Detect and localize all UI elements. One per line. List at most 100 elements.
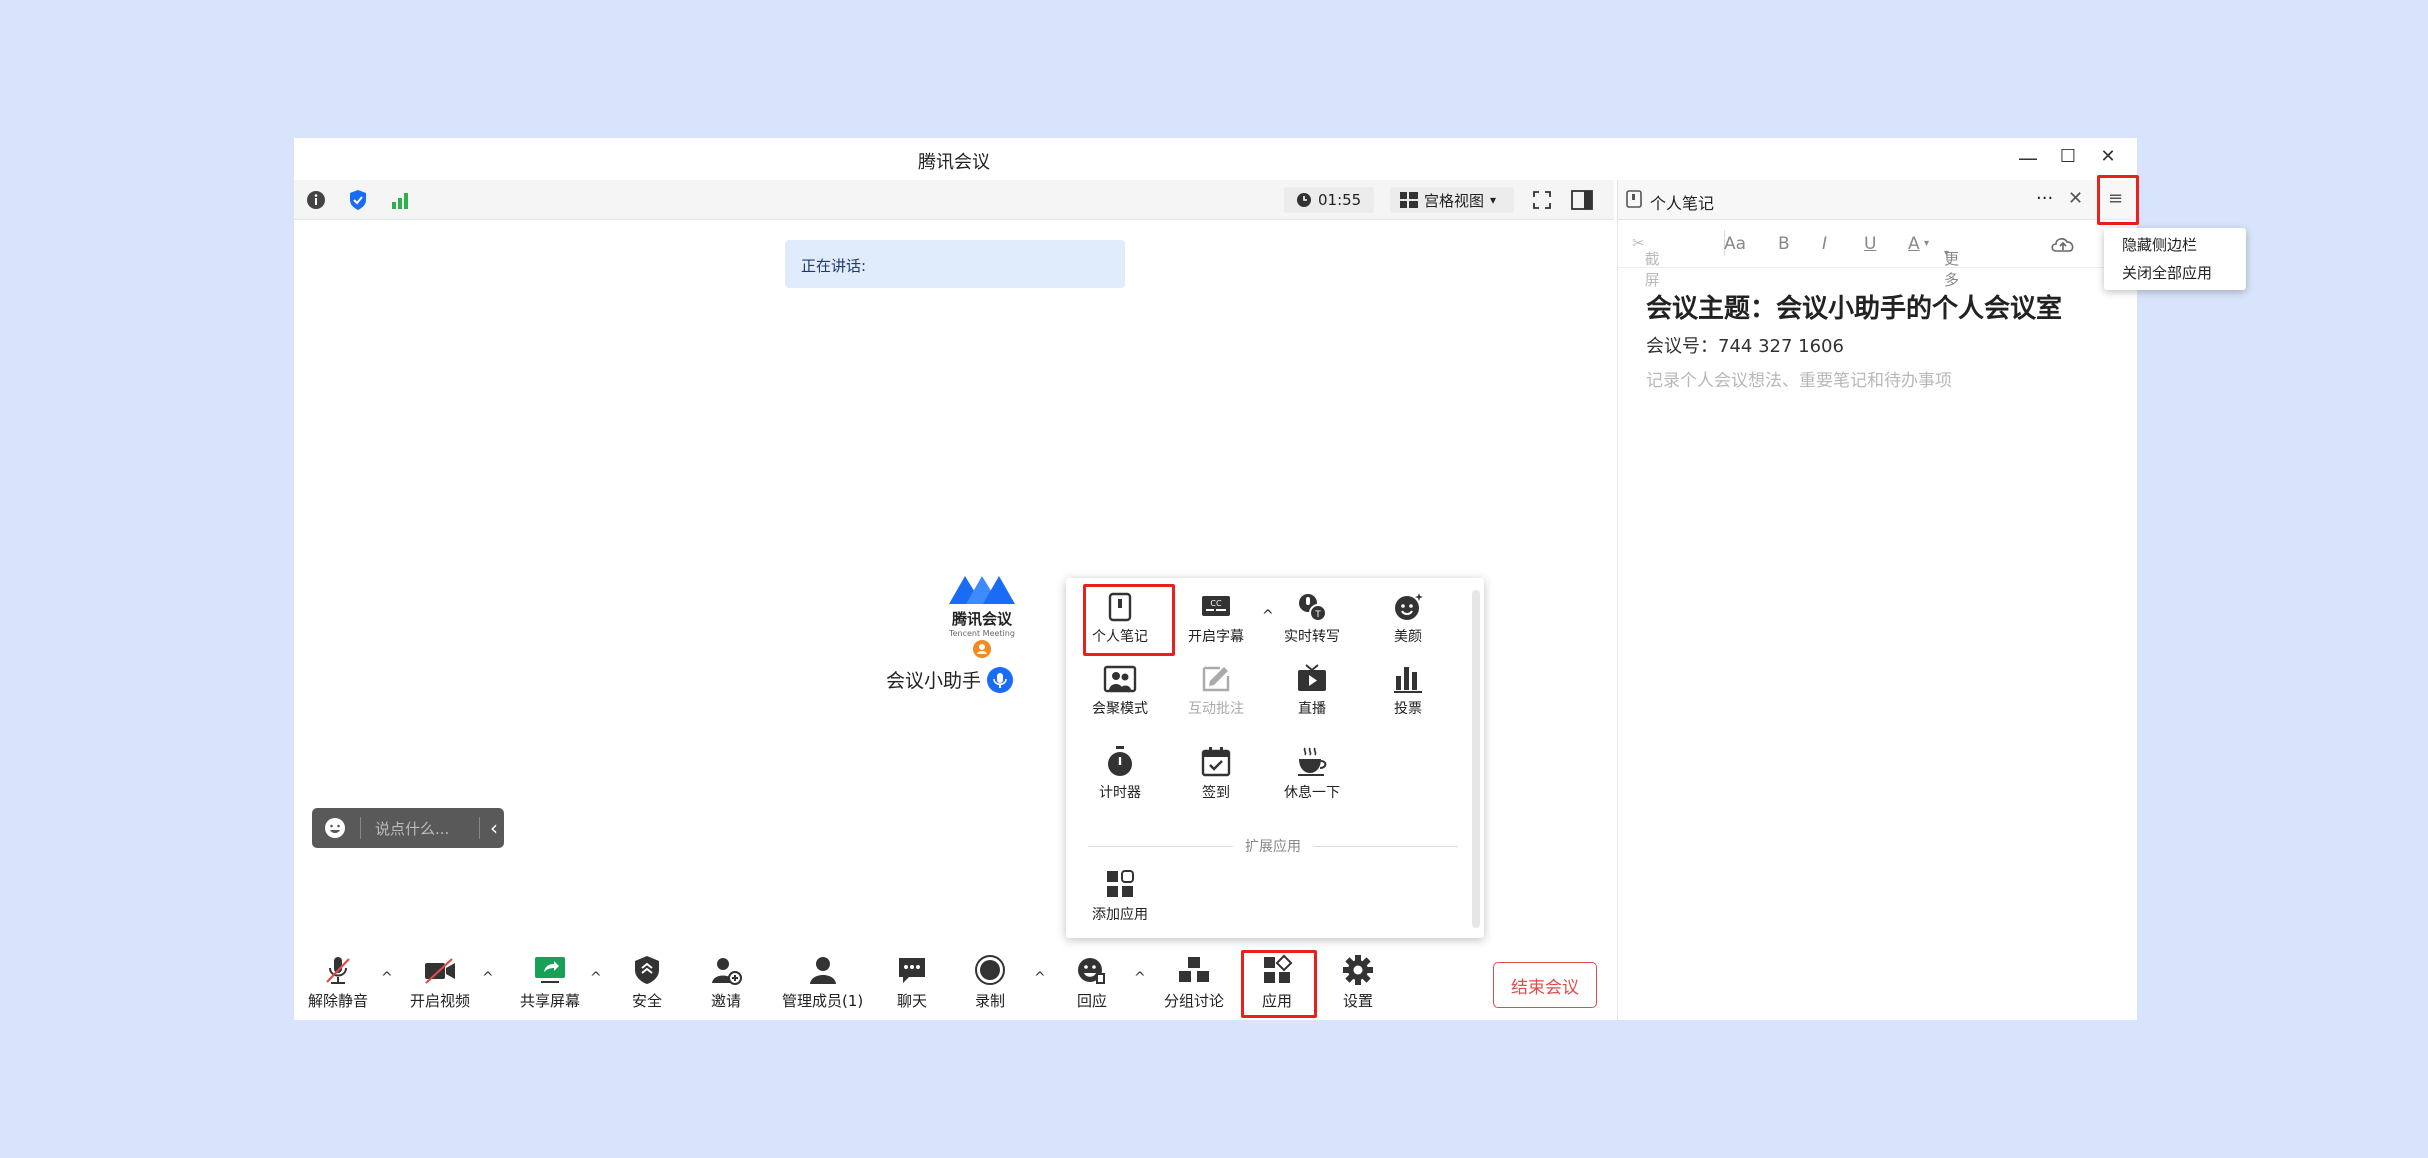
invite-button[interactable]: 邀请 — [710, 954, 742, 1011]
start-video-button[interactable]: 开启视频 — [410, 954, 470, 1011]
note-placeholder[interactable]: 记录个人会议想法、重要笔记和待办事项 — [1646, 366, 1952, 391]
svg-text:T: T — [1314, 610, 1321, 620]
extension-section-label: 扩展应用 — [1245, 839, 1301, 855]
record-label: 录制 — [974, 992, 1005, 1010]
annotation-icon — [1202, 666, 1230, 692]
manage-members-label: 管理成员(1) — [782, 992, 864, 1010]
meeting-timer: 01:55 — [1284, 187, 1374, 213]
grid-view-icon — [1400, 192, 1418, 208]
side-panel-header: 个人笔记 ··· ✕ ≡ — [1618, 180, 2137, 220]
app-captions[interactable]: CC 开启字幕 — [1176, 592, 1256, 646]
security-shield-icon[interactable] — [346, 188, 370, 212]
clock-icon — [1297, 193, 1311, 207]
settings-label: 设置 — [1342, 992, 1373, 1010]
mic-muted-icon — [326, 957, 350, 984]
reaction-icon — [1078, 958, 1105, 984]
reaction-options-caret[interactable]: ^ — [1134, 970, 1146, 986]
view-mode-button[interactable]: 宫格视图 ▾ — [1390, 187, 1514, 213]
shield-icon — [635, 956, 659, 984]
minimize-button[interactable]: — — [2014, 146, 2042, 170]
app-label: 会聚模式 — [1092, 701, 1148, 717]
window-title: 腾讯会议 — [918, 152, 990, 173]
add-app-icon — [1107, 870, 1134, 897]
meeting-window: 腾讯会议 — ☐ ✕ 01:55 宫格视图 ▾ 正在讲话: 腾讯会议 Tence… — [294, 138, 2137, 1020]
participant-name-row: 会议小助手 — [886, 666, 1014, 693]
menu-item-close-all-apps[interactable]: 关闭全部应用 — [2122, 262, 2212, 283]
highlight-personal-notes — [1083, 584, 1175, 656]
beauty-icon — [1395, 593, 1423, 620]
emoji-icon[interactable] — [324, 817, 346, 839]
chat-label: 聊天 — [896, 992, 927, 1010]
notes-format-toolbar: ✂ 截屏 Aa B I U A ▾ 更多 ▾ — [1618, 220, 2137, 289]
menu-item-hide-sidebar[interactable]: 隐藏侧边栏 — [2122, 234, 2197, 255]
highlight-menu-button — [2097, 175, 2139, 225]
chat-input[interactable]: 说点什么... — [375, 818, 479, 839]
transcribe-icon: T — [1299, 594, 1327, 622]
network-signal-icon[interactable] — [388, 188, 412, 212]
breakout-rooms-button[interactable]: 分组讨论 — [1164, 954, 1224, 1011]
svg-text:CC: CC — [1210, 599, 1222, 608]
popup-scrollbar[interactable] — [1472, 590, 1480, 928]
record-options-caret[interactable]: ^ — [1034, 970, 1046, 986]
coffee-icon — [1298, 747, 1327, 776]
app-poll[interactable]: 投票 — [1368, 664, 1448, 718]
app-break[interactable]: 休息一下 — [1272, 746, 1352, 802]
manage-members-button[interactable]: 管理成员(1) — [782, 954, 863, 1011]
invite-label: 邀请 — [710, 992, 741, 1010]
settings-button[interactable]: 设置 — [1342, 954, 1374, 1011]
mic-active-icon — [987, 666, 1014, 693]
security-button[interactable]: 安全 — [632, 954, 662, 1011]
share-screen-button[interactable]: 共享屏幕 — [520, 954, 580, 1011]
close-panel-icon[interactable]: ✕ — [2068, 188, 2083, 209]
audio-options-caret[interactable]: ^ — [381, 970, 393, 986]
app-timer[interactable]: 计时器 — [1080, 746, 1160, 802]
bold-button[interactable]: B — [1778, 234, 1790, 254]
unmute-button[interactable]: 解除静音 — [308, 954, 368, 1011]
more-options-icon[interactable]: ··· — [2036, 188, 2053, 209]
bottom-toolbar: 解除静音 ^ 开启视频 ^ 共享屏幕 ^ 安全 邀请 管理成员(1) 聊天 录制… — [294, 940, 1614, 1020]
video-off-icon — [425, 958, 455, 984]
speaking-indicator: 正在讲话: — [785, 240, 1125, 288]
meeting-id[interactable]: 会议号：744 327 1606 — [1646, 332, 1844, 358]
sidebar-toggle-icon[interactable] — [1570, 188, 1594, 212]
close-button[interactable]: ✕ — [2094, 146, 2122, 167]
timer-value: 01:55 — [1318, 191, 1362, 209]
note-title[interactable]: 会议主题：会议小助手的个人会议室 — [1646, 288, 2062, 325]
font-color-button[interactable]: A — [1908, 234, 1920, 254]
app-label: 直播 — [1298, 701, 1326, 717]
app-check-in[interactable]: 签到 — [1176, 746, 1256, 802]
breakout-icon — [1179, 957, 1209, 982]
highlight-apps-button — [1241, 950, 1317, 1018]
share-options-caret[interactable]: ^ — [590, 970, 602, 986]
cloud-upload-icon[interactable] — [2050, 234, 2076, 254]
invite-icon — [712, 958, 742, 985]
italic-button[interactable]: I — [1822, 234, 1827, 254]
start-video-label: 开启视频 — [410, 992, 471, 1010]
app-live[interactable]: 直播 — [1272, 664, 1352, 718]
collapse-chevron-icon[interactable]: ‹ — [490, 816, 498, 840]
app-beauty[interactable]: 美颜 — [1368, 592, 1448, 646]
maximize-button[interactable]: ☐ — [2054, 146, 2082, 167]
fullscreen-icon[interactable] — [1530, 188, 1554, 212]
record-button[interactable]: 录制 — [974, 954, 1006, 1011]
user-avatar-icon — [973, 640, 991, 658]
record-icon — [975, 955, 1005, 985]
app-transcribe[interactable]: T 实时转写 — [1272, 592, 1352, 646]
tencent-meeting-logo — [949, 576, 1015, 604]
video-options-caret[interactable]: ^ — [482, 970, 494, 986]
reaction-button[interactable]: 回应 — [1076, 954, 1108, 1011]
chat-button[interactable]: 聊天 — [896, 954, 928, 1011]
font-size-button[interactable]: Aa — [1724, 234, 1746, 254]
screenshot-button: ✂ 截屏 — [1632, 234, 1660, 289]
app-label: 实时转写 — [1284, 629, 1340, 645]
app-label: 互动批注 — [1188, 701, 1244, 717]
participant-tile[interactable]: 腾讯会议 Tencent Meeting — [922, 570, 1042, 658]
add-app-button[interactable]: 添加应用 — [1080, 868, 1160, 924]
info-icon[interactable] — [304, 188, 328, 212]
app-together-mode[interactable]: 会聚模式 — [1080, 664, 1160, 718]
breakout-rooms-label: 分组讨论 — [1164, 992, 1225, 1010]
app-label: 添加应用 — [1092, 907, 1148, 923]
quick-chat-box[interactable]: 说点什么... ‹ — [312, 808, 504, 848]
underline-button[interactable]: U — [1864, 234, 1876, 254]
end-meeting-button[interactable]: 结束会议 — [1493, 962, 1597, 1008]
